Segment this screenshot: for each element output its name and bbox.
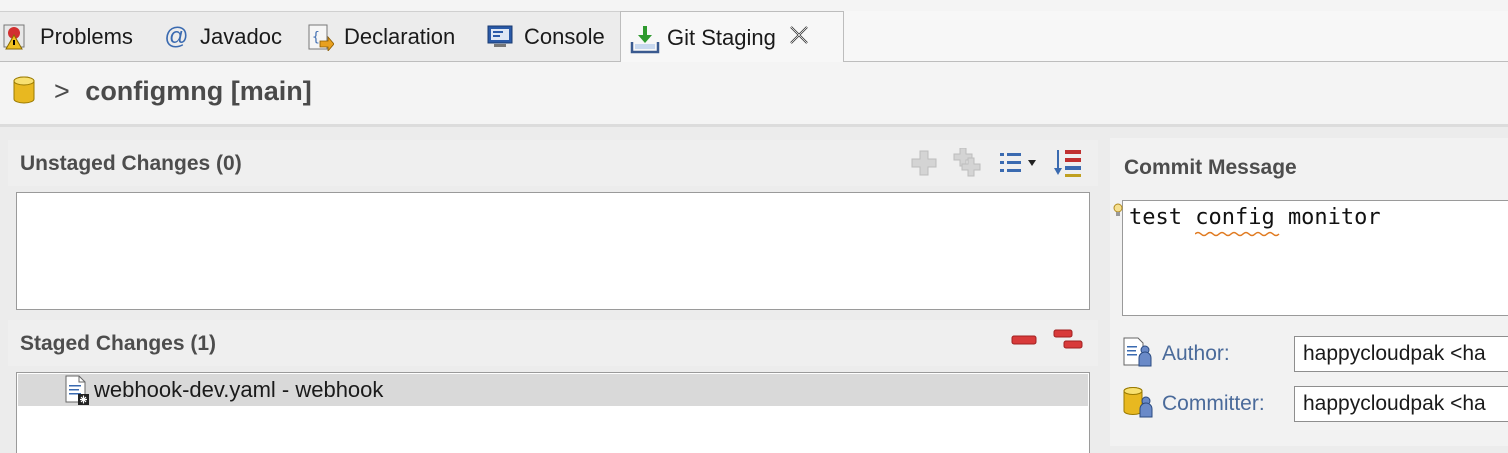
author-row: Author: happycloudpak <ha bbox=[1122, 336, 1508, 372]
problems-icon bbox=[2, 23, 30, 51]
close-icon[interactable] bbox=[788, 24, 810, 52]
unstaged-section-header: Unstaged Changes (0) bbox=[8, 140, 1098, 186]
commit-message-title: Commit Message bbox=[1124, 156, 1297, 179]
commit-message-text: test config monitor bbox=[1129, 205, 1381, 230]
tab-git-staging[interactable]: Git Staging bbox=[620, 11, 844, 63]
staged-title: Staged Changes (1) bbox=[20, 332, 217, 355]
view-tab-bar: Problems @ Javadoc { Declaration Console bbox=[0, 0, 1508, 63]
content-assist-icon bbox=[1113, 203, 1123, 224]
presentation-menu-icon[interactable] bbox=[998, 150, 1038, 181]
tab-declaration[interactable]: { Declaration bbox=[306, 12, 455, 62]
at-icon: @ bbox=[163, 23, 189, 50]
unstaged-title: Unstaged Changes (0) bbox=[20, 152, 242, 175]
svg-text:{: { bbox=[312, 30, 320, 45]
repository-title: > configmng [main] bbox=[54, 76, 312, 107]
repository-icon bbox=[12, 76, 36, 111]
git-staging-icon bbox=[629, 24, 660, 53]
staged-file-label: webhook-dev.yaml - webhook bbox=[94, 377, 384, 402]
breadcrumb-arrow: > bbox=[54, 76, 70, 106]
commit-message-input[interactable]: test config monitor bbox=[1113, 200, 1508, 316]
staged-section-header: Staged Changes (1) bbox=[8, 320, 1098, 366]
declaration-icon: { bbox=[306, 23, 335, 53]
staged-list: webhook-dev.yaml - webhook bbox=[16, 372, 1090, 453]
committer-field[interactable]: happycloudpak <ha bbox=[1294, 386, 1508, 422]
repository-name: configmng [main] bbox=[85, 76, 312, 106]
tab-console[interactable]: Console bbox=[486, 12, 605, 62]
tab-label: Git Staging bbox=[667, 24, 776, 50]
committer-row: Committer: happycloudpak <ha bbox=[1122, 386, 1508, 422]
committer-label: Committer: bbox=[1162, 392, 1265, 415]
repository-header: > configmng [main] bbox=[0, 62, 1508, 127]
unstaged-toolbar bbox=[910, 147, 1084, 183]
stage-all-icon[interactable] bbox=[952, 147, 984, 183]
commit-pane: Commit Message test config monitor Autho… bbox=[1110, 138, 1508, 446]
changes-pane: Unstaged Changes (0) Staged Changes (1) … bbox=[0, 138, 1098, 453]
committer-icon bbox=[1122, 386, 1154, 423]
tab-label: Javadoc bbox=[200, 24, 282, 49]
unstage-all-icon[interactable] bbox=[1052, 328, 1084, 357]
tab-javadoc[interactable]: @ Javadoc bbox=[162, 12, 282, 62]
author-field[interactable]: happycloudpak <ha bbox=[1294, 336, 1508, 372]
staged-file-row[interactable]: webhook-dev.yaml - webhook bbox=[18, 374, 1088, 406]
author-icon bbox=[1122, 336, 1154, 373]
console-icon bbox=[486, 23, 514, 51]
tab-label: Problems bbox=[40, 24, 133, 49]
staged-toolbar bbox=[1010, 328, 1084, 357]
author-label: Author: bbox=[1162, 342, 1230, 365]
unstage-icon[interactable] bbox=[1010, 330, 1038, 355]
sort-icon[interactable] bbox=[1052, 148, 1084, 183]
tab-problems[interactable]: Problems bbox=[2, 12, 133, 62]
unstaged-list[interactable] bbox=[16, 192, 1090, 310]
yaml-file-icon bbox=[64, 375, 92, 405]
tab-label: Declaration bbox=[344, 24, 456, 49]
spellcheck-underline bbox=[1195, 231, 1280, 237]
tab-bar-fill bbox=[836, 11, 1508, 62]
tab-label: Console bbox=[524, 24, 605, 49]
stage-icon[interactable] bbox=[910, 149, 938, 182]
